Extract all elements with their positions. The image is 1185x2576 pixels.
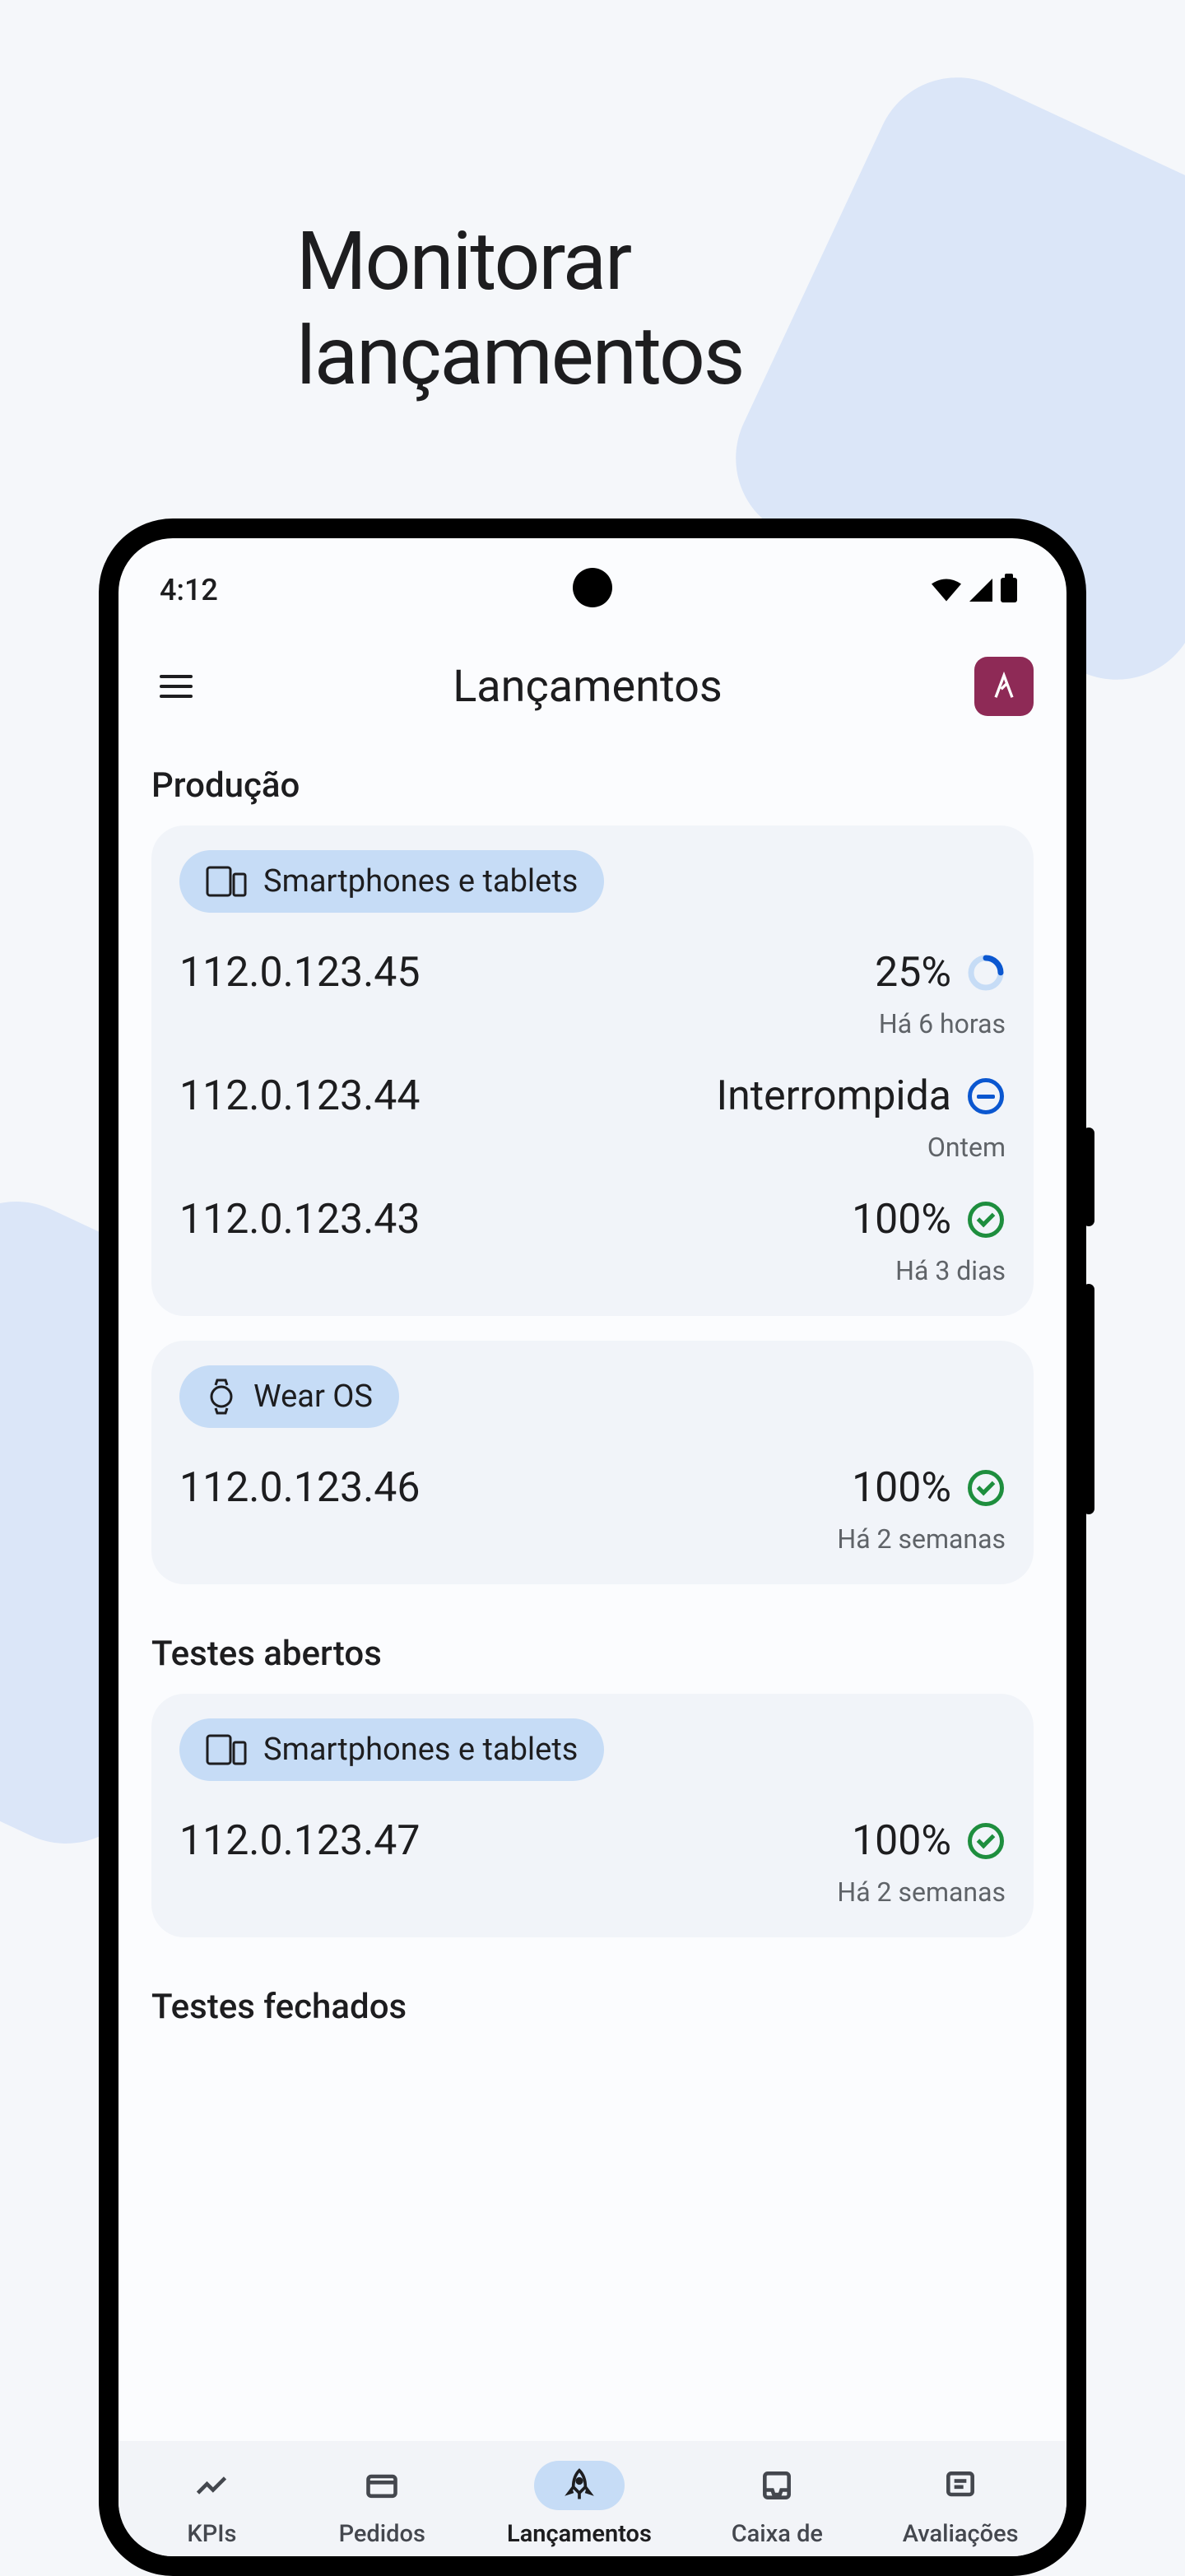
nav-item-card[interactable]: Pedidos — [337, 2461, 427, 2548]
status-icons — [932, 578, 1017, 602]
page-title: Monitorar lançamentos — [296, 214, 889, 403]
release-row[interactable]: 112.0.123.45 25% Há 6 horas — [179, 921, 1006, 1044]
nav-item-trend[interactable]: KPIs — [166, 2461, 257, 2548]
device-chip[interactable]: Smartphones e tablets — [179, 1718, 604, 1781]
chip-label: Smartphones e tablets — [263, 1732, 578, 1768]
signal-icon — [969, 579, 992, 602]
time-label: Há 2 semanas — [837, 1876, 1006, 1908]
devices-icon — [206, 866, 247, 897]
halt-icon — [966, 1076, 1006, 1116]
section-header: Testes abertos — [151, 1609, 1034, 1694]
status-column: 100% Há 2 semanas — [837, 1464, 1006, 1555]
status-column: 100% Há 2 semanas — [837, 1817, 1006, 1908]
release-row[interactable]: 112.0.123.46 100% Há 2 semanas — [179, 1436, 1006, 1560]
nav-item-inbox[interactable]: Caixa de — [732, 2461, 823, 2548]
time-label: Há 2 semanas — [837, 1523, 1006, 1555]
release-card: Smartphones e tablets 112.0.123.47 100% Há … — [151, 1694, 1034, 1937]
device-chip[interactable]: Wear OS — [179, 1365, 399, 1428]
phone-frame: 4:12 Lançamentos ProduçãoSmartphones e t… — [99, 518, 1086, 2576]
release-row[interactable]: 112.0.123.44 Interrompida Ontem — [179, 1044, 1006, 1168]
release-card: Wear OS 112.0.123.46 100% Há 2 semanas — [151, 1341, 1034, 1584]
release-card: Smartphones e tablets 112.0.123.45 25% Há 6… — [151, 825, 1034, 1316]
progress-icon — [966, 953, 1006, 993]
nav-label: Avaliações — [903, 2520, 1019, 2548]
status-column: 100% Há 3 dias — [852, 1196, 1006, 1286]
version-label: 112.0.123.47 — [179, 1817, 420, 1865]
content: Produção Smartphones e tablets 112.0.123.4… — [118, 741, 1066, 2047]
battery-icon — [1001, 578, 1017, 602]
card-icon — [337, 2461, 427, 2510]
phone-button — [1083, 1284, 1094, 1514]
status-text: 100% — [852, 1196, 951, 1244]
status-text: Interrompida — [717, 1072, 951, 1120]
app-bar: Lançamentos — [118, 624, 1066, 741]
check-icon — [966, 1821, 1006, 1861]
version-label: 112.0.123.44 — [179, 1072, 420, 1120]
version-label: 112.0.123.45 — [179, 949, 420, 997]
wifi-icon — [932, 579, 961, 602]
check-icon — [966, 1468, 1006, 1508]
phone-screen: 4:12 Lançamentos ProduçãoSmartphones e t… — [118, 538, 1066, 2556]
release-row[interactable]: 112.0.123.47 100% Há 2 semanas — [179, 1789, 1006, 1913]
chip-label: Smartphones e tablets — [263, 863, 578, 900]
time-label: Ontem — [927, 1132, 1006, 1163]
status-text: 25% — [875, 949, 951, 997]
menu-button[interactable] — [151, 667, 201, 706]
watch-icon — [206, 1379, 237, 1415]
app-avatar-button[interactable] — [974, 657, 1034, 716]
trend-icon — [166, 2461, 257, 2510]
status-time: 4:12 — [160, 573, 218, 607]
nav-label: Lançamentos — [507, 2520, 652, 2548]
status-column: 25% Há 6 horas — [875, 949, 1006, 1039]
status-column: Interrompida Ontem — [717, 1072, 1006, 1163]
check-icon — [966, 1200, 1006, 1239]
version-label: 112.0.123.43 — [179, 1196, 420, 1244]
nav-item-rocket[interactable]: Lançamentos — [507, 2461, 652, 2548]
time-label: Há 6 horas — [879, 1008, 1006, 1039]
bottom-nav: KPIs Pedidos Lançamentos Caixa de Avaliações — [118, 2441, 1066, 2556]
section-header: Testes fechados — [151, 1962, 1034, 2047]
review-icon — [915, 2461, 1006, 2510]
device-chip[interactable]: Smartphones e tablets — [179, 850, 604, 913]
phone-camera — [573, 568, 612, 607]
status-text: 100% — [852, 1464, 951, 1512]
chip-label: Wear OS — [253, 1379, 373, 1415]
rocket-icon — [534, 2461, 625, 2510]
nav-item-review[interactable]: Avaliações — [903, 2461, 1019, 2548]
nav-label: Caixa de — [732, 2520, 823, 2548]
nav-label: KPIs — [187, 2520, 236, 2548]
status-text: 100% — [852, 1817, 951, 1865]
version-label: 112.0.123.46 — [179, 1464, 420, 1512]
screen-title: Lançamentos — [453, 661, 723, 713]
nav-label: Pedidos — [339, 2520, 425, 2548]
time-label: Há 3 dias — [895, 1255, 1006, 1286]
section-header: Produção — [151, 741, 1034, 825]
devices-icon — [206, 1734, 247, 1765]
phone-button — [1083, 1128, 1094, 1226]
inbox-icon — [732, 2461, 822, 2510]
release-row[interactable]: 112.0.123.43 100% Há 3 dias — [179, 1168, 1006, 1291]
